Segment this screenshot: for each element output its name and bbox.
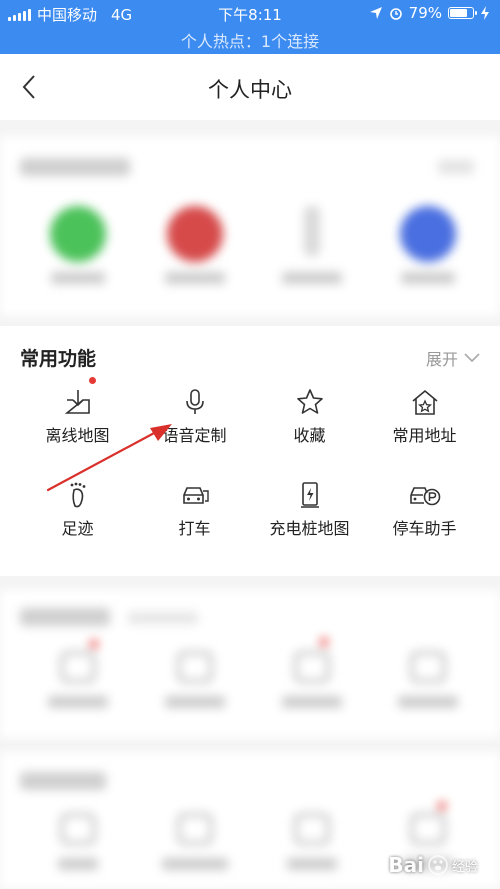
expand-button[interactable]: 展开 — [426, 346, 480, 370]
chevron-down-icon — [464, 353, 480, 363]
favorites-button[interactable]: 收藏 — [247, 388, 372, 446]
taxi-icon — [182, 487, 209, 504]
voice-custom-label: 语音定制 — [162, 426, 227, 445]
common-functions-panel: 常用功能 展开 离线地图 语音定制 收藏 常用地址 足迹 打车 充电桩地图 停车… — [0, 326, 500, 576]
favorites-label: 收藏 — [293, 426, 326, 445]
charging-pile-icon — [300, 482, 319, 508]
watermark-logo: Bai — [388, 853, 424, 877]
status-bar: 中国移动 4G 下午8:11 79% 个人热点：1个连接 — [0, 0, 500, 54]
location-icon — [369, 7, 382, 19]
new-badge-dot — [89, 377, 96, 384]
home-star-icon — [411, 389, 438, 415]
baidu-watermark: Bai 经验 — [388, 853, 478, 877]
blurred-section-owner-zone — [0, 590, 500, 738]
charging-map-button[interactable]: 充电桩地图 — [247, 481, 372, 539]
hotspot-banner[interactable]: 个人热点：1个连接 — [0, 28, 500, 52]
common-address-button[interactable]: 常用地址 — [362, 388, 487, 446]
expand-label: 展开 — [425, 350, 458, 369]
battery-icon — [448, 7, 477, 19]
alarm-icon — [389, 8, 402, 20]
star-icon — [296, 389, 323, 414]
page-title: 个人中心 — [208, 78, 292, 102]
charging-map-label: 充电桩地图 — [269, 519, 350, 538]
common-address-label: 常用地址 — [392, 426, 457, 445]
footprint-button[interactable]: 足迹 — [15, 481, 140, 539]
footprint-label: 足迹 — [61, 519, 94, 538]
taxi-label: 打车 — [178, 519, 211, 538]
paw-icon — [428, 855, 448, 875]
watermark-text: 经验 — [451, 859, 478, 875]
battery-percent: 79% — [408, 4, 442, 22]
offline-map-label: 离线地图 — [45, 426, 110, 445]
charging-icon — [481, 6, 489, 20]
nav-header: 个人中心 — [0, 54, 500, 120]
microphone-icon — [185, 389, 204, 414]
parking-assistant-button[interactable]: 停车助手 — [362, 481, 487, 539]
section-title: 常用功能 — [20, 348, 97, 370]
parking-car-icon — [409, 487, 440, 506]
blurred-section-mini-programs — [0, 136, 500, 316]
voice-custom-button[interactable]: 语音定制 — [132, 388, 257, 446]
parking-assistant-label: 停车助手 — [392, 519, 457, 538]
offline-map-button[interactable]: 离线地图 — [15, 388, 140, 446]
footprint-icon — [70, 482, 85, 508]
offline-map-icon — [64, 390, 90, 414]
taxi-button[interactable]: 打车 — [132, 481, 257, 539]
